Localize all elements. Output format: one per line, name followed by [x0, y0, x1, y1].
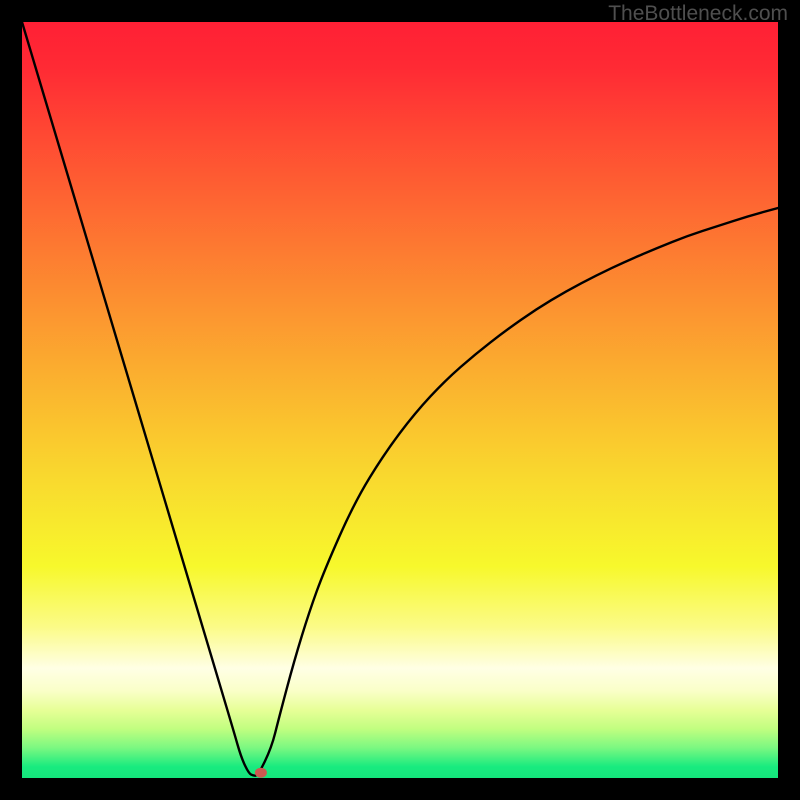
chart-frame: TheBottleneck.com: [0, 0, 800, 800]
chart-svg: [22, 22, 778, 778]
plot-area: [22, 22, 778, 778]
minimum-marker: [255, 768, 267, 778]
watermark-text: TheBottleneck.com: [608, 2, 788, 26]
